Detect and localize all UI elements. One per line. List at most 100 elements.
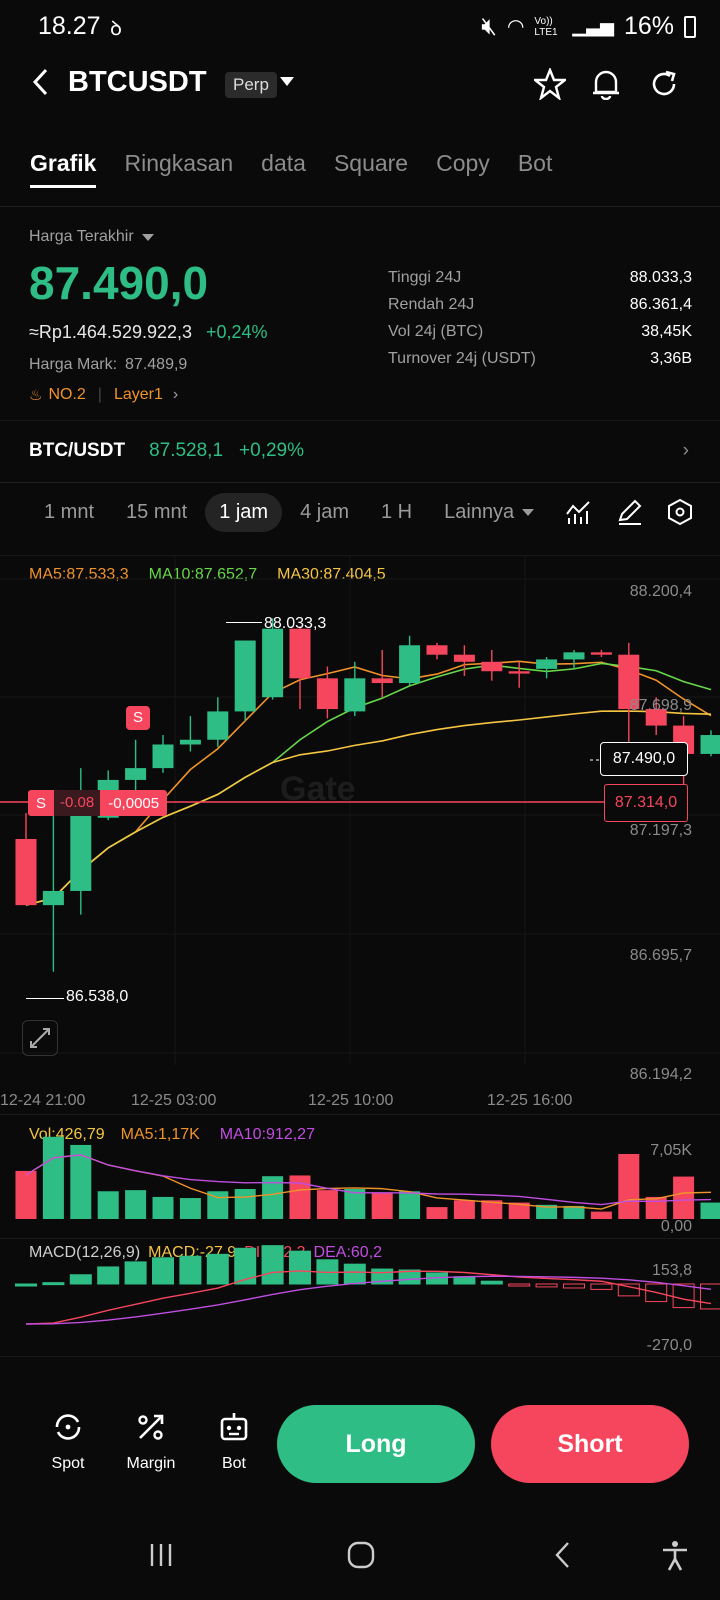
low-price-leader xyxy=(26,998,64,999)
timeframe-1h[interactable]: 1 jam xyxy=(205,492,283,532)
macd-bar xyxy=(590,1283,613,1290)
candle-body xyxy=(152,744,174,769)
recent-apps-icon[interactable] xyxy=(146,1540,176,1575)
candle-body xyxy=(316,678,338,710)
indicator-icon[interactable] xyxy=(565,498,593,531)
status-bar: 18.27 ꝺ 🔇︎ ◠ Vo)) LTE1 ▁▃▅ 16% xyxy=(0,0,720,56)
margin-nav-button[interactable]: Margin xyxy=(116,1410,186,1473)
macd-bar xyxy=(179,1255,202,1285)
back-button[interactable] xyxy=(30,66,52,103)
expand-icon xyxy=(30,1028,50,1048)
long-button[interactable]: Long xyxy=(277,1405,475,1483)
y-tick: 87.698,9 xyxy=(629,697,692,714)
bot-label: Bot xyxy=(221,1455,246,1472)
tab-grafik[interactable]: Grafik xyxy=(30,150,96,177)
battery-icon xyxy=(684,15,696,38)
battery-label: 16% xyxy=(623,12,674,40)
stat-value: 38,45K xyxy=(641,322,692,340)
candlestick-chart[interactable]: Gate xyxy=(0,555,720,1095)
rank-row[interactable]: ♨ NO.2 | Layer1 › xyxy=(29,386,178,404)
current-price-tag: 87.490,0 xyxy=(600,742,688,776)
timeframe-15m[interactable]: 15 mnt xyxy=(112,493,201,532)
volume-chart xyxy=(15,1136,720,1219)
macd-bar xyxy=(672,1283,695,1309)
timeframe-1d[interactable]: 1 H xyxy=(367,493,426,532)
timeframe-bar: 1 mnt 15 mnt 1 jam 4 jam 1 H Lainnya xyxy=(30,490,552,534)
margin-icon xyxy=(138,1414,164,1440)
macd-bar xyxy=(563,1283,585,1289)
candle-body xyxy=(453,654,475,662)
position-price-tag: 87.314,0 xyxy=(604,784,688,822)
y-tick: 88.200,4 xyxy=(629,583,692,600)
accessibility-icon[interactable] xyxy=(660,1540,690,1577)
margin-label: Margin xyxy=(126,1455,176,1472)
stats-panel: Tinggi 24J 88.033,3 Rendah 24J 86.361,4 … xyxy=(388,264,692,372)
short-button[interactable]: Short xyxy=(491,1405,689,1483)
sell-marker[interactable]: S xyxy=(126,706,150,730)
candle-body xyxy=(289,628,311,679)
tab-square[interactable]: Square xyxy=(334,150,408,177)
candle-body xyxy=(207,711,229,740)
star-icon[interactable] xyxy=(531,66,569,105)
bell-icon[interactable] xyxy=(591,68,621,105)
macd-bar xyxy=(124,1261,147,1285)
macd-bar xyxy=(234,1247,257,1285)
volume-bar xyxy=(344,1189,366,1219)
caret-down-icon[interactable] xyxy=(280,74,294,92)
caret-down-icon xyxy=(141,234,154,241)
volume-bar xyxy=(673,1176,695,1219)
position-pnl: -0.08 xyxy=(54,790,101,816)
fire-icon: ♨ xyxy=(29,387,43,404)
position-pnl-pct: -0,0005 xyxy=(108,794,160,812)
candle-body xyxy=(536,659,558,669)
stat-label: Vol 24j (BTC) xyxy=(388,322,484,340)
home-icon[interactable] xyxy=(346,1540,376,1575)
signal-icon: ▁▃▅ xyxy=(572,16,614,36)
bot-nav-button[interactable]: Bot xyxy=(199,1410,269,1473)
stat-value: 88.033,3 xyxy=(629,268,692,286)
candle-body xyxy=(125,768,147,780)
volume-bar xyxy=(234,1189,256,1219)
macd-bar xyxy=(480,1280,503,1285)
share-icon[interactable] xyxy=(648,68,680,105)
timeframe-1m[interactable]: 1 mnt xyxy=(30,493,108,532)
high-price-leader xyxy=(226,622,262,623)
volume-bar xyxy=(289,1175,311,1219)
timeframe-more[interactable]: Lainnya xyxy=(430,493,548,532)
active-tab-indicator xyxy=(30,185,96,188)
expand-chart-button[interactable] xyxy=(22,1020,58,1056)
status-icons: 🔇︎ ◠ Vo)) LTE1 ▁▃▅ 16% xyxy=(481,12,696,41)
tab-ringkasan[interactable]: Ringkasan xyxy=(124,150,233,177)
divider xyxy=(0,206,720,207)
layer-tag: Layer1 xyxy=(113,386,163,403)
spot-label: Spot xyxy=(51,1455,85,1472)
separator: | xyxy=(97,386,102,403)
candle-body xyxy=(344,678,366,712)
candle-body xyxy=(15,838,37,906)
y-tick: 86.194,2 xyxy=(629,1066,692,1083)
tab-data[interactable]: data xyxy=(261,150,306,177)
candle-body xyxy=(508,671,530,674)
chevron-right-icon: › xyxy=(172,386,179,403)
candle-body xyxy=(70,815,92,891)
mark-price-label: Harga Mark: xyxy=(29,356,118,373)
tab-bot[interactable]: Bot xyxy=(518,150,553,177)
draw-pen-icon[interactable] xyxy=(616,498,644,531)
price-type-selector[interactable]: Harga Terakhir xyxy=(29,228,154,246)
chevron-right-icon: › xyxy=(682,440,689,461)
spot-nav-button[interactable]: Spot xyxy=(33,1410,103,1473)
spot-pair-row[interactable]: BTC/USDT 87.528,1 +0,29% › xyxy=(29,440,689,462)
perp-badge: Perp xyxy=(225,72,277,98)
pair-title[interactable]: BTCUSDT xyxy=(68,66,207,99)
timeframe-4h[interactable]: 4 jam xyxy=(286,493,363,532)
macd-chart xyxy=(15,1245,720,1325)
tab-copy[interactable]: Copy xyxy=(436,150,490,177)
x-tick: 12-24 21:00 xyxy=(0,1092,86,1109)
back-nav-icon[interactable] xyxy=(552,1540,574,1575)
macd-bar xyxy=(206,1253,229,1285)
settings-hexagon-icon[interactable] xyxy=(666,498,694,531)
position-tag[interactable]: S -0.08 -0,0005 xyxy=(28,790,168,816)
volume-bar xyxy=(42,1136,64,1219)
mute-icon: 🔇︎ xyxy=(481,12,497,40)
stat-label: Tinggi 24J xyxy=(388,268,462,286)
